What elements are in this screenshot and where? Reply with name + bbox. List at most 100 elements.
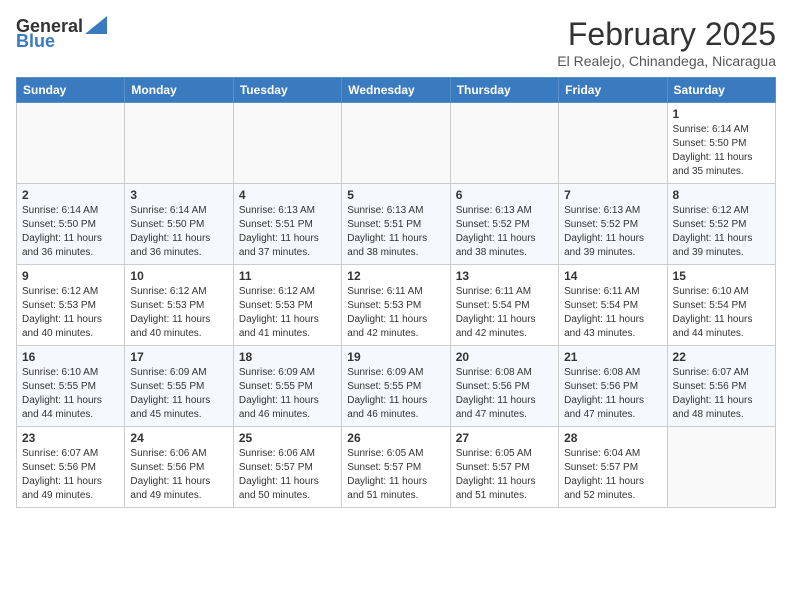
calendar-table: SundayMondayTuesdayWednesdayThursdayFrid…: [16, 77, 776, 508]
day-info: Sunrise: 6:07 AM Sunset: 5:56 PM Dayligh…: [22, 447, 119, 503]
calendar-cell: 26Sunrise: 6:05 AM Sunset: 5:57 PM Dayli…: [342, 427, 450, 508]
day-number: 22: [673, 350, 770, 364]
day-number: 7: [564, 188, 661, 202]
logo-icon: [85, 16, 107, 34]
day-info: Sunrise: 6:13 AM Sunset: 5:51 PM Dayligh…: [239, 204, 336, 260]
day-info: Sunrise: 6:11 AM Sunset: 5:53 PM Dayligh…: [347, 285, 444, 341]
calendar-cell: 17 Sunrise: 6:09 AM Sunset: 5:55 PM Dayli…: [125, 346, 233, 427]
day-number: 14: [564, 269, 661, 283]
calendar-cell: [125, 103, 233, 184]
day-info: Sunrise: 6:11 AM Sunset: 5:54 PM Dayligh…: [564, 285, 661, 341]
calendar-cell: [342, 103, 450, 184]
day-info: Sunrise: 6:13 AM Sunset: 5:52 PM Dayligh…: [456, 204, 553, 260]
calendar-week-5: 23 Sunrise: 6:07 AM Sunset: 5:56 PM Dayli…: [17, 427, 776, 508]
calendar-cell: [233, 103, 341, 184]
calendar-cell: 5Sunrise: 6:13 AM Sunset: 5:51 PM Daylig…: [342, 184, 450, 265]
day-number: 21: [564, 350, 661, 364]
day-info: Sunrise: 6:08 AM Sunset: 5:56 PM Dayligh…: [456, 366, 553, 422]
logo: General Blue: [16, 16, 107, 52]
calendar-cell: 9 Sunrise: 6:12 AM Sunset: 5:53 PM Daylig…: [17, 265, 125, 346]
weekday-header-thursday: Thursday: [450, 78, 558, 103]
day-info: Sunrise: 6:06 AM Sunset: 5:57 PM Dayligh…: [239, 447, 336, 503]
day-number: 27: [456, 431, 553, 445]
calendar-week-3: 9 Sunrise: 6:12 AM Sunset: 5:53 PM Daylig…: [17, 265, 776, 346]
weekday-header-saturday: Saturday: [667, 78, 775, 103]
day-number: 4: [239, 188, 336, 202]
day-info: Sunrise: 6:09 AM Sunset: 5:55 PM Dayligh…: [130, 366, 227, 422]
calendar-week-2: 2 Sunrise: 6:14 AM Sunset: 5:50 PM Daylig…: [17, 184, 776, 265]
calendar-cell: 7Sunrise: 6:13 AM Sunset: 5:52 PM Daylig…: [559, 184, 667, 265]
day-info: Sunrise: 6:12 AM Sunset: 5:53 PM Dayligh…: [239, 285, 336, 341]
day-info: Sunrise: 6:12 AM Sunset: 5:53 PM Dayligh…: [130, 285, 227, 341]
month-title: February 2025: [557, 16, 776, 53]
day-info: Sunrise: 6:09 AM Sunset: 5:55 PM Dayligh…: [239, 366, 336, 422]
title-block: February 2025 El Realejo, Chinandega, Ni…: [557, 16, 776, 69]
day-info: Sunrise: 6:05 AM Sunset: 5:57 PM Dayligh…: [456, 447, 553, 503]
day-number: 9: [22, 269, 119, 283]
weekday-header-row: SundayMondayTuesdayWednesdayThursdayFrid…: [17, 78, 776, 103]
day-number: 20: [456, 350, 553, 364]
day-info: Sunrise: 6:10 AM Sunset: 5:54 PM Dayligh…: [673, 285, 770, 341]
calendar-cell: [450, 103, 558, 184]
calendar-cell: 24Sunrise: 6:06 AM Sunset: 5:56 PM Dayli…: [125, 427, 233, 508]
calendar-cell: 4 Sunrise: 6:13 AM Sunset: 5:51 PM Daylig…: [233, 184, 341, 265]
day-number: 23: [22, 431, 119, 445]
weekday-header-sunday: Sunday: [17, 78, 125, 103]
calendar-header: SundayMondayTuesdayWednesdayThursdayFrid…: [17, 78, 776, 103]
day-info: Sunrise: 6:07 AM Sunset: 5:56 PM Dayligh…: [673, 366, 770, 422]
day-info: Sunrise: 6:14 AM Sunset: 5:50 PM Dayligh…: [673, 123, 770, 179]
location-text: El Realejo, Chinandega, Nicaragua: [557, 53, 776, 69]
day-info: Sunrise: 6:12 AM Sunset: 5:53 PM Dayligh…: [22, 285, 119, 341]
calendar-cell: 15 Sunrise: 6:10 AM Sunset: 5:54 PM Dayli…: [667, 265, 775, 346]
calendar-cell: 20 Sunrise: 6:08 AM Sunset: 5:56 PM Dayli…: [450, 346, 558, 427]
day-number: 8: [673, 188, 770, 202]
calendar-cell: 18 Sunrise: 6:09 AM Sunset: 5:55 PM Dayli…: [233, 346, 341, 427]
day-number: 15: [673, 269, 770, 283]
day-info: Sunrise: 6:12 AM Sunset: 5:52 PM Dayligh…: [673, 204, 770, 260]
calendar-cell: 23 Sunrise: 6:07 AM Sunset: 5:56 PM Dayli…: [17, 427, 125, 508]
calendar-cell: 25 Sunrise: 6:06 AM Sunset: 5:57 PM Dayli…: [233, 427, 341, 508]
calendar-cell: 16Sunrise: 6:10 AM Sunset: 5:55 PM Dayli…: [17, 346, 125, 427]
day-number: 17: [130, 350, 227, 364]
calendar-cell: 8 Sunrise: 6:12 AM Sunset: 5:52 PM Daylig…: [667, 184, 775, 265]
calendar-cell: 2 Sunrise: 6:14 AM Sunset: 5:50 PM Daylig…: [17, 184, 125, 265]
day-number: 18: [239, 350, 336, 364]
day-info: Sunrise: 6:05 AM Sunset: 5:57 PM Dayligh…: [347, 447, 444, 503]
calendar-week-1: 1 Sunrise: 6:14 AM Sunset: 5:50 PM Daylig…: [17, 103, 776, 184]
day-number: 16: [22, 350, 119, 364]
calendar-cell: 12 Sunrise: 6:11 AM Sunset: 5:53 PM Dayli…: [342, 265, 450, 346]
calendar-body: 1 Sunrise: 6:14 AM Sunset: 5:50 PM Daylig…: [17, 103, 776, 508]
day-number: 19: [347, 350, 444, 364]
calendar-cell: 11 Sunrise: 6:12 AM Sunset: 5:53 PM Dayli…: [233, 265, 341, 346]
weekday-header-wednesday: Wednesday: [342, 78, 450, 103]
day-info: Sunrise: 6:06 AM Sunset: 5:56 PM Dayligh…: [130, 447, 227, 503]
calendar-cell: 28Sunrise: 6:04 AM Sunset: 5:57 PM Dayli…: [559, 427, 667, 508]
calendar-cell: 21Sunrise: 6:08 AM Sunset: 5:56 PM Dayli…: [559, 346, 667, 427]
day-number: 1: [673, 107, 770, 121]
calendar-cell: [17, 103, 125, 184]
day-number: 3: [130, 188, 227, 202]
day-number: 2: [22, 188, 119, 202]
weekday-header-monday: Monday: [125, 78, 233, 103]
day-number: 28: [564, 431, 661, 445]
calendar-cell: [667, 427, 775, 508]
day-number: 11: [239, 269, 336, 283]
calendar-cell: 13 Sunrise: 6:11 AM Sunset: 5:54 PM Dayli…: [450, 265, 558, 346]
calendar-cell: 6Sunrise: 6:13 AM Sunset: 5:52 PM Daylig…: [450, 184, 558, 265]
day-number: 25: [239, 431, 336, 445]
day-number: 12: [347, 269, 444, 283]
calendar-cell: 10 Sunrise: 6:12 AM Sunset: 5:53 PM Dayli…: [125, 265, 233, 346]
day-info: Sunrise: 6:11 AM Sunset: 5:54 PM Dayligh…: [456, 285, 553, 341]
day-number: 13: [456, 269, 553, 283]
day-info: Sunrise: 6:13 AM Sunset: 5:51 PM Dayligh…: [347, 204, 444, 260]
day-info: Sunrise: 6:09 AM Sunset: 5:55 PM Dayligh…: [347, 366, 444, 422]
page-header: General Blue February 2025 El Realejo, C…: [16, 16, 776, 69]
calendar-cell: 1 Sunrise: 6:14 AM Sunset: 5:50 PM Daylig…: [667, 103, 775, 184]
calendar-cell: [559, 103, 667, 184]
weekday-header-tuesday: Tuesday: [233, 78, 341, 103]
calendar-cell: 19 Sunrise: 6:09 AM Sunset: 5:55 PM Dayli…: [342, 346, 450, 427]
day-number: 10: [130, 269, 227, 283]
logo-blue-text: Blue: [16, 31, 55, 52]
day-info: Sunrise: 6:14 AM Sunset: 5:50 PM Dayligh…: [130, 204, 227, 260]
day-info: Sunrise: 6:14 AM Sunset: 5:50 PM Dayligh…: [22, 204, 119, 260]
